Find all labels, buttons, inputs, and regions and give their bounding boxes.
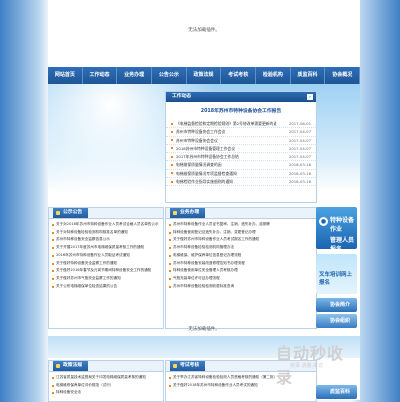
- news-row[interactable]: 2018苏州市特种设备管理工作会议 2017-04-07: [166, 145, 316, 154]
- news-row-date: 2017-04-07: [288, 137, 311, 143]
- notices-header: 公示公告: [49, 208, 163, 219]
- policy-tab[interactable]: 政策法规: [53, 361, 89, 371]
- nav-item[interactable]: 考试考核: [221, 67, 257, 84]
- policy-list: 江苏省质量技术监督局关于印发电梯维保质量考核的通知 电梯维修保养单位评价规范（试行…: [49, 372, 163, 397]
- work-news-header: 工作动态 ›: [166, 92, 316, 102]
- news-row-title: 《电梯监督检验和定期检验规则》第2号修改单需要更新的通知: [176, 121, 276, 126]
- news-row[interactable]: 苏州市特种设备协会会议 2017-04-07: [166, 137, 316, 145]
- list-item[interactable]: 江苏省质量技术监督局关于印发电梯维保质量考核的通知: [49, 374, 163, 382]
- list-item[interactable]: 苏州市特种设备作业人员证书复审、注销、遗失补办、延期等: [166, 221, 316, 229]
- list-item[interactable]: 关于做好苏州市气瓶安全监察工作的通知: [49, 275, 163, 283]
- nav-item[interactable]: 公告公示: [152, 67, 187, 84]
- news-row-date: 2017-06-01: [288, 121, 311, 126]
- news-row[interactable]: 苏州市特种设备协会工作会议 2017-04-07: [166, 128, 316, 137]
- policy-panel: 政策法规 江苏省质量技术监督局关于印发电梯维保质量考核的通知 电梯维修保养单位评价…: [48, 360, 164, 402]
- list-item[interactable]: 关于公布电梯维保单位检查结果的公告: [49, 283, 163, 291]
- news-row-date: 2017-04-07: [288, 154, 311, 160]
- news-row-date: 2016-03-16: [288, 170, 311, 176]
- work-news-headline[interactable]: 2018年苏州市特种设备协会工作报告: [166, 107, 316, 114]
- forklift-training-text: 叉车培训网上报名: [319, 272, 353, 286]
- news-row-date: 2017-04-07: [288, 129, 311, 135]
- person-icon: ●: [319, 217, 328, 226]
- list-item[interactable]: 关于对特种设备检验检测机构核准名单的通知: [49, 229, 163, 237]
- assoc-org-button[interactable]: 协会组织: [316, 314, 357, 328]
- notices-panel: 公示公告 关于对2016年苏州市特种设备作业人员考试合格人员名单的公示 关于对特种…: [48, 207, 164, 329]
- nav-item[interactable]: 协会概况: [325, 67, 361, 84]
- nav-item[interactable]: 检验机构: [256, 67, 291, 84]
- news-row-date: 2016-03-16: [288, 162, 311, 168]
- list-item[interactable]: 关于做好特种设备安全监察工作的通知: [49, 260, 163, 268]
- notices-tab[interactable]: 公示公告: [53, 208, 89, 218]
- news-row-date: 2017-04-07: [288, 145, 311, 151]
- broken-plugin-text-mid: 无法加载插件。: [188, 327, 220, 332]
- exam-signup-subtitle: 管理人员报名: [330, 237, 355, 249]
- list-item[interactable]: 电梯维保、维护保养单位信息登记办理流程: [166, 252, 316, 260]
- news-row[interactable]: 电梯维保质量情况调查的函 2016-03-16: [166, 161, 316, 170]
- forklift-training-banner[interactable]: 叉车培训网上报名: [316, 254, 357, 294]
- news-row-title: 电梯维保质量情况调查的函: [176, 162, 222, 168]
- page-container: 无法加载插件。 网站首页 工作动态 业务办理 公告公示 政策法规 考试考核 检验机构 质监百科…: [48, 0, 361, 402]
- services-header: 业务办理: [166, 208, 316, 219]
- news-row[interactable]: 电梯维保质量情况专项监督检查通知 2016-03-16: [166, 170, 316, 179]
- services-panel: 业务办理 苏州市特种设备作业人员证书复审、注销、遗失补办、延期等 特种设备使用登记…: [165, 207, 317, 329]
- list-item[interactable]: 气瓶充装单位许可证办理流程: [166, 275, 316, 283]
- list-item[interactable]: 特种设备安全法: [49, 389, 163, 397]
- list-item[interactable]: 苏州市特种设备检验检测机构管理办法: [166, 244, 316, 252]
- list-item[interactable]: 特种设备使用登记证遗失补办、注销、变更登记办理: [166, 229, 316, 237]
- work-news-panel: 工作动态 › 2018年苏州市特种设备协会工作报告 《电梯监督检验和定期检验规则…: [165, 91, 317, 203]
- broken-plugin-text-top: 无法加载插件。: [188, 28, 220, 33]
- list-item[interactable]: 关于做好苏州市特种设备作业人员考试报名工作的通知: [166, 236, 316, 244]
- news-row-title: 2018苏州市特种设备管理工作会议: [176, 145, 236, 151]
- list-item[interactable]: 苏州市特种设备安全监察信息公示: [49, 236, 163, 244]
- work-news-title: 工作动态: [172, 94, 192, 99]
- nav-item[interactable]: 工作动态: [83, 67, 118, 84]
- news-row-title: 苏州市特种设备协会工作会议: [176, 129, 226, 135]
- work-news-list: 《电梯监督检验和定期检验规则》第2号修改单需要更新的通知 2017-06-01 苏州…: [166, 120, 316, 187]
- list-item[interactable]: 苏州市特种设备检验检测收费标准查询: [166, 283, 316, 291]
- exam-tab[interactable]: 考试考核: [170, 361, 206, 371]
- news-row[interactable]: 电梯检验作业指导实施细则的通知 2016-03-16: [166, 178, 316, 187]
- more-icon[interactable]: ›: [307, 94, 313, 100]
- nav-item[interactable]: 网站首页: [48, 67, 83, 84]
- nav-item[interactable]: 政策法规: [187, 67, 222, 84]
- exam-signup-banner[interactable]: 特种设备作业 管理人员报名 ●: [316, 207, 357, 249]
- assoc-org-label: 协会组织: [330, 318, 351, 324]
- news-row-date: 2016-03-16: [288, 179, 311, 185]
- news-row-title: 电梯检验作业指导实施细则的通知: [176, 179, 233, 185]
- list-item[interactable]: 关于做好2016年春节及元宵节期间特种设备安全工作的通知: [49, 267, 163, 275]
- list-item[interactable]: 特种设备使用单位安全管理人员考核办理: [166, 267, 316, 275]
- assoc-intro-label: 协会简介: [330, 302, 351, 308]
- list-item[interactable]: 关于对2016年苏州市特种设备作业人员考试合格人员名单的公示: [49, 221, 163, 229]
- news-row-title: 电梯维保质量情况专项监督检查通知: [176, 170, 237, 176]
- services-list: 苏州市特种设备作业人员证书复审、注销、遗失补办、延期等 特种设备使用登记证遗失补办…: [166, 219, 316, 290]
- news-row-title: 2017年苏州市特种设备协会工作总结: [176, 154, 239, 160]
- list-item[interactable]: 2016年苏州市特种设备作业人员取证考试通知: [49, 252, 163, 260]
- news-row-title: 苏州市特种设备协会会议: [176, 137, 218, 143]
- list-item[interactable]: 苏州市特种设备安装改造修理告知书办理流程: [166, 260, 316, 268]
- list-item[interactable]: 关于开展2017年度苏州市电梯维保质量考核工作的通知: [49, 244, 163, 252]
- main-nav: 网站首页 工作动态 业务办理 公告公示 政策法规 考试考核 检验机构 质监百科 协会概况: [48, 67, 361, 84]
- watermark-subtext: 收录·流量·来访: [290, 363, 324, 369]
- news-row[interactable]: 2017年苏州市特种设备协会工作总结 2017-04-07: [166, 153, 316, 162]
- notices-list: 关于对2016年苏州市特种设备作业人员考试合格人员名单的公示 关于对特种设备检验检…: [49, 219, 163, 290]
- news-row[interactable]: 《电梯监督检验和定期检验规则》第2号修改单需要更新的通知 2017-06-01: [166, 120, 316, 129]
- policy-header: 政策法规: [49, 361, 163, 372]
- services-tab[interactable]: 业务办理: [170, 208, 206, 218]
- list-item[interactable]: 电梯维修保养单位评价规范（试行）: [49, 382, 163, 390]
- nav-item[interactable]: 质监百科: [291, 67, 326, 84]
- assoc-intro-button[interactable]: 协会简介: [316, 298, 357, 312]
- nav-item[interactable]: 业务办理: [117, 67, 153, 84]
